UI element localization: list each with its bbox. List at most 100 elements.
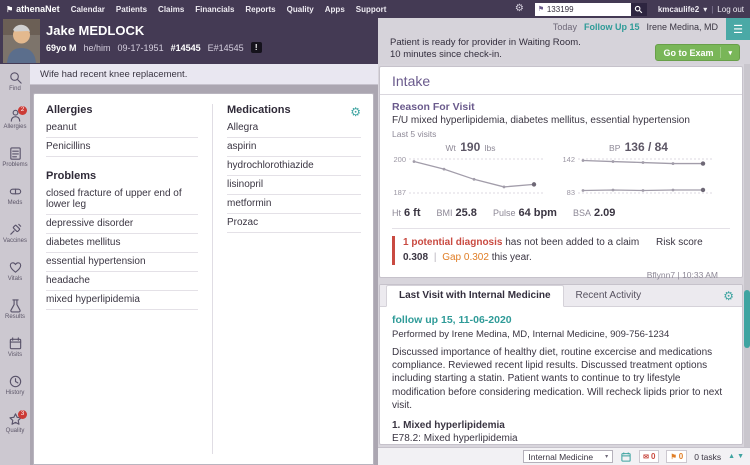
scroll-up-icon[interactable]: ▲	[728, 453, 735, 460]
list-item[interactable]: hydrochlorothiazide	[227, 157, 361, 176]
inbox-count[interactable]: ✉ 0	[639, 450, 660, 463]
hamburger-icon: ☰	[733, 23, 743, 36]
alert-text: has not been added to a claim	[505, 237, 640, 248]
status-bar: Internal Medicine ▾ ✉ 0 ⚑ 0 0 tasks ▲ ▼	[378, 447, 750, 465]
visit-link[interactable]: follow up 15, 11-06-2020	[392, 314, 730, 326]
list-item[interactable]: depressive disorder	[46, 215, 198, 234]
search-button[interactable]	[630, 2, 647, 16]
intake-divider	[392, 228, 730, 229]
search-input[interactable]	[534, 2, 631, 16]
list-item[interactable]: headache	[46, 272, 198, 291]
sidebar-item-vaccines[interactable]: Vaccines	[0, 218, 30, 256]
patient-note: Wife had recent knee replacement.	[30, 64, 378, 85]
tasks-label[interactable]: 0 tasks	[694, 452, 721, 462]
vitals-summary-row: Ht 6 ft BMI 25.8 Pulse 64 bpm BSA 2.09	[392, 203, 730, 221]
appointment-link[interactable]: Follow Up 15	[584, 22, 640, 32]
department-select[interactable]: Internal Medicine ▾	[523, 450, 614, 463]
bp-chart: BP 136 / 84 142 83	[561, 140, 730, 198]
exam-caret-icon: ▾	[728, 49, 732, 57]
patient-alert-icon[interactable]: !	[250, 42, 262, 53]
summary-card: Allergies peanut Penicillins Problems cl…	[33, 93, 374, 465]
sidebar-item-results[interactable]: Results	[0, 294, 30, 332]
settings-gear-icon[interactable]: ⚙	[515, 4, 524, 14]
patient-enterprise-id: E#14545	[207, 42, 244, 53]
nav-item-apps[interactable]: Apps	[325, 5, 345, 14]
alert-pipe: |	[433, 251, 437, 263]
sidebar-item-allergies[interactable]: 2 Allergies	[0, 104, 30, 142]
list-item[interactable]: lisinopril	[227, 176, 361, 195]
list-item[interactable]: diabetes mellitus	[46, 234, 198, 253]
weight-sparkline	[409, 158, 543, 194]
list-item[interactable]: Allegra	[227, 119, 361, 138]
byline-user: Bflynn7	[646, 270, 676, 280]
list-item[interactable]: Penicillins	[46, 138, 198, 157]
diagnosis-title: 1. Mixed hyperlipidemia	[392, 419, 505, 431]
scrollbar-thumb[interactable]	[744, 290, 750, 348]
sidebar-item-quality[interactable]: 3 Quality	[0, 408, 30, 446]
weight-value: 190	[460, 140, 481, 154]
sidebar-item-visits[interactable]: Visits	[0, 332, 30, 370]
provider-name: Irene Medina, MD	[646, 22, 718, 32]
scroll-buttons: ▲ ▼	[728, 453, 744, 460]
vitals-charts: Wt 190 lbs 200 187 BP 136 / 84 142 83	[392, 140, 730, 198]
summary-column-left: Allergies peanut Penicillins Problems cl…	[46, 104, 198, 454]
user-menu: kmcaulife2 ▾ | Log out	[658, 5, 744, 14]
vertical-scrollbar[interactable]	[744, 64, 750, 447]
today-label: Today	[552, 22, 577, 32]
list-item[interactable]: peanut	[46, 119, 198, 138]
list-item[interactable]: metformin	[227, 195, 361, 214]
visits-icon	[9, 337, 21, 350]
problems-heading: Problems	[46, 170, 97, 182]
logout-link[interactable]: Log out	[717, 5, 744, 14]
list-item[interactable]: Prozac	[227, 214, 361, 233]
nav-item-calendar[interactable]: Calendar	[71, 5, 105, 14]
vital-bmi: BMI 25.8	[436, 207, 477, 219]
visit-gear-icon[interactable]: ⚙	[723, 290, 742, 302]
nav-item-patients[interactable]: Patients	[116, 5, 147, 14]
nav-item-claims[interactable]: Claims	[158, 5, 184, 14]
risk-score-value: 0.308	[403, 251, 429, 263]
weight-tick-bottom: 187	[393, 188, 406, 197]
sidebar-item-meds[interactable]: Meds	[0, 180, 30, 218]
patient-photo	[3, 19, 40, 63]
sidebar-item-history[interactable]: History	[0, 370, 30, 408]
weight-tick-top: 200	[393, 155, 406, 164]
patient-banner: Jake MEDLOCK 69yo M he/him 09-17-1951 #1…	[0, 18, 378, 64]
last-visit-card: Last Visit with Internal Medicine Recent…	[379, 284, 743, 445]
weight-unit: lbs	[484, 143, 496, 153]
tab-last-visit[interactable]: Last Visit with Internal Medicine	[386, 285, 564, 307]
sidebar-item-find[interactable]: Find	[0, 66, 30, 104]
nav-item-reports[interactable]: Reports	[245, 5, 275, 14]
encounter-info: Today Follow Up 15 Irene Medina, MD	[553, 22, 718, 32]
medications-gear-icon[interactable]: ⚙	[350, 106, 361, 118]
weight-chart: Wt 190 lbs 200 187	[392, 140, 561, 198]
menu-button[interactable]: ☰	[726, 18, 750, 40]
checkin-status: Patient is ready for provider in Waiting…	[390, 37, 581, 62]
scroll-down-icon[interactable]: ▼	[737, 453, 744, 460]
list-item[interactable]: aspirin	[227, 138, 361, 157]
flag-count[interactable]: ⚑ 0	[666, 450, 688, 463]
problems-icon	[9, 147, 21, 160]
list-item[interactable]: essential hypertension	[46, 253, 198, 272]
global-search: ⚑	[534, 2, 647, 16]
search-icon	[635, 5, 643, 13]
problems-list: closed fracture of upper end of lower le…	[46, 185, 198, 310]
nav-item-support[interactable]: Support	[356, 5, 387, 14]
sidebar-item-vitals[interactable]: Vitals	[0, 256, 30, 294]
go-to-exam-button[interactable]: Go to Exam ▾	[655, 44, 740, 61]
alert-suffix: this year.	[491, 251, 532, 263]
calendar-icon[interactable]	[620, 451, 632, 463]
patient-dob: 09-17-1951	[117, 42, 164, 53]
nav-separator: |	[711, 4, 714, 14]
username[interactable]: kmcaulife2	[658, 5, 699, 14]
sidebar-item-problems[interactable]: Problems	[0, 142, 30, 180]
nav-item-financials[interactable]: Financials	[195, 5, 234, 14]
list-item[interactable]: mixed hyperlipidemia	[46, 291, 198, 310]
athenanet-logo[interactable]: ⚑ athenaNet	[6, 4, 60, 14]
patient-age-sex: 69yo M	[46, 42, 77, 53]
list-item[interactable]: closed fracture of upper end of lower le…	[46, 185, 198, 215]
medications-heading: Medications	[227, 104, 291, 116]
intake-section: Intake Reason For Visit F/U mixed hyperl…	[379, 66, 743, 280]
tab-recent-activity[interactable]: Recent Activity	[564, 286, 654, 306]
nav-item-quality[interactable]: Quality	[287, 5, 314, 14]
